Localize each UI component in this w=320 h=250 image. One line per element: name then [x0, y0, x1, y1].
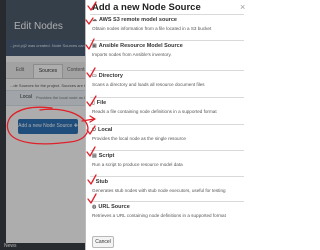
globe-icon: ◍ [92, 204, 97, 210]
option-directory[interactable]: ▭ Directory Scans a directory and loads a… [90, 70, 244, 91]
file-icon: ▯ [92, 100, 95, 106]
option-aws-s3[interactable]: ☁ AWS S3 remote model source Obtain nodes… [90, 14, 244, 35]
option-name: Script [98, 153, 115, 159]
option-name: Stub [95, 179, 109, 185]
option-name: AWS S3 remote model source [99, 17, 177, 23]
option-stub[interactable]: ▫ Stub Generates stub nodes with stub nod… [90, 176, 244, 197]
modal-title: Add a new Node Source [92, 2, 201, 13]
option-description: Scans a directory and loads all resource… [92, 82, 205, 87]
folder-icon: ▭ [92, 73, 97, 79]
option-description: Obtain nodes information from a file loc… [92, 26, 212, 31]
option-name: URL Source [98, 204, 130, 210]
option-file[interactable]: ▯ File Reads a file containing node defin… [90, 97, 244, 118]
option-script[interactable]: ▤ Script Run a script to produce resource… [90, 150, 244, 171]
option-description: Imports nodes from Ansible's inventory. [92, 52, 172, 57]
plug-icon: ⏻ [92, 127, 96, 133]
option-local[interactable]: ⏻ Local Provides the local node as the si… [90, 124, 244, 145]
option-description: Reads a file containing node definitions… [92, 109, 217, 114]
option-name: Local [97, 127, 113, 133]
option-name: File [96, 100, 107, 106]
option-name: Ansible Resource Model Source [98, 43, 183, 49]
option-description: Run a script to produce resource model d… [92, 162, 183, 167]
option-description: Provides the local node as the single re… [92, 136, 186, 141]
option-description: Retrieves a URL containing node definiti… [92, 213, 226, 218]
option-ansible[interactable]: ▣ Ansible Resource Model Source Imports n… [90, 40, 244, 61]
option-description: Generates stub nodes with stub node exec… [92, 188, 226, 193]
cloud-icon: ☁ [92, 17, 97, 23]
script-icon: ▤ [92, 153, 97, 159]
stub-icon: ▫ [92, 179, 94, 185]
option-name: Directory [98, 73, 123, 79]
option-url-source[interactable]: ◍ URL Source Retrieves a URL containing n… [90, 201, 244, 222]
close-icon[interactable]: × [240, 2, 245, 12]
cube-icon: ▣ [92, 43, 97, 49]
cancel-button[interactable]: Cancel [92, 236, 114, 248]
